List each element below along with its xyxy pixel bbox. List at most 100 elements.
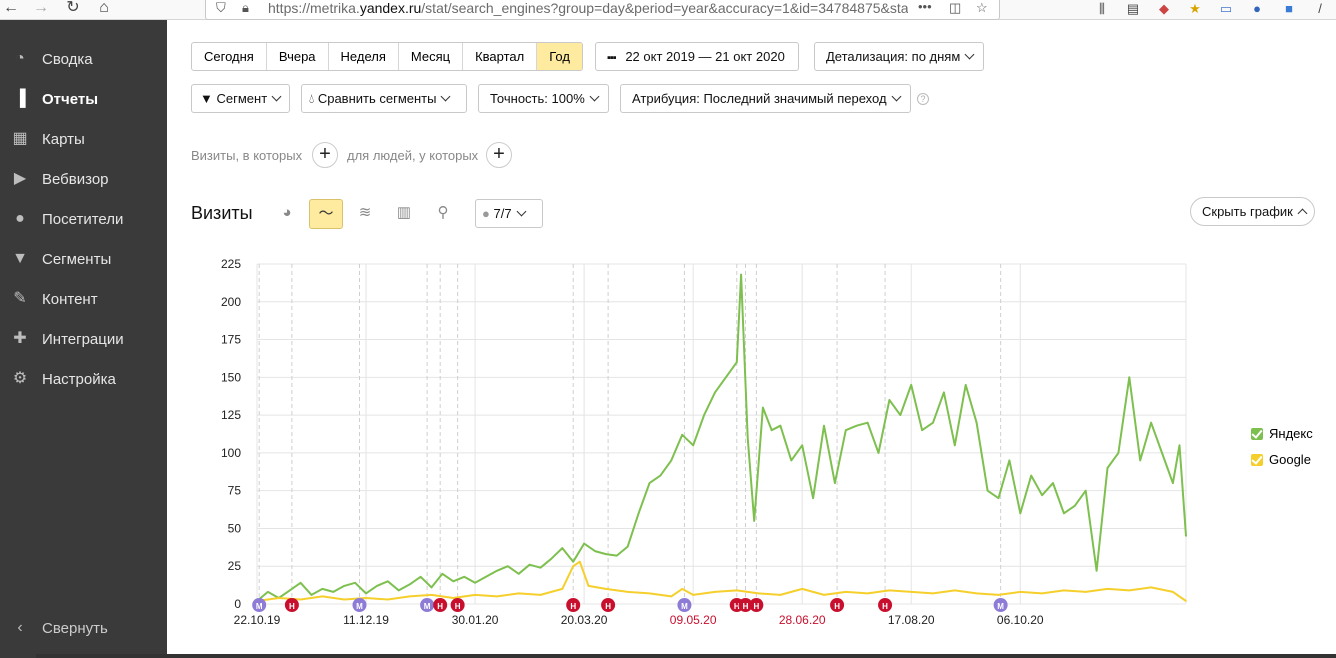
sidebar-item-label: Отчеты [42, 91, 99, 108]
series-point [1128, 589, 1131, 592]
series-point [506, 565, 509, 568]
series-point [616, 554, 618, 557]
series-point [474, 582, 476, 584]
compare-segments-dropdown[interactable]: 💧︎ Сравнить сегменты [301, 84, 467, 113]
sidebar-collapse-button[interactable]: ‹ Свернуть [0, 609, 167, 649]
chevron-down-icon [891, 91, 902, 102]
sidebar-item-maps[interactable]: ▦ Карты [0, 120, 167, 160]
pocket-icon[interactable]: ◫ [949, 0, 961, 16]
extension-owl-icon[interactable]: ● [1248, 1, 1266, 17]
reload-icon[interactable]: ↻ [62, 0, 84, 18]
area-chart-icon[interactable]: ≋ [348, 199, 382, 229]
chevron-down-icon [441, 91, 451, 102]
date-range-button[interactable]: ▪▪▪ 22 окт 2019 — 21 окт 2020 [595, 42, 799, 71]
column-chart-icon[interactable]: ▥ [387, 199, 421, 229]
sidebar-item-visitors[interactable]: ● Посетители [0, 200, 167, 240]
more-icon[interactable]: ••• [918, 0, 932, 14]
hide-chart-label: Скрыть график [1202, 204, 1293, 219]
extension-screen-icon[interactable]: ▭ [1217, 1, 1235, 17]
library-icon[interactable]: ⫼ [1093, 1, 1111, 17]
series-point [605, 588, 607, 590]
series-point [583, 542, 585, 545]
series-point [637, 512, 640, 515]
help-icon[interactable]: ? [917, 93, 929, 105]
menu-icon[interactable]: / [1311, 1, 1329, 17]
checkbox-icon [1251, 454, 1263, 466]
series-point [670, 595, 673, 598]
date-range-label: 22 окт 2019 — 21 окт 2020 [625, 49, 785, 64]
series-point [746, 436, 749, 439]
segment-dropdown[interactable]: ▼ Сегмент [191, 84, 290, 113]
legend-item-google[interactable]: Google [1251, 452, 1311, 467]
series-point [845, 591, 847, 593]
sidebar-item-integrations[interactable]: ✚ Интеграции [0, 320, 167, 360]
add-people-condition-button[interactable]: + [486, 142, 512, 168]
notes-dropdown[interactable]: ● 7/7 [475, 199, 543, 228]
extension-square-icon[interactable]: ■ [1280, 1, 1298, 17]
bookmark-star-icon[interactable]: ☆ [976, 0, 988, 16]
period-month[interactable]: Месяц [399, 43, 464, 70]
attribution-label: Атрибуция: Последний значимый переход [632, 91, 887, 106]
line-chart-icon[interactable]: 〜 [309, 199, 343, 229]
sidebar-item-segments[interactable]: ▼ Сегменты [0, 240, 167, 280]
series-point [474, 594, 476, 596]
comment-icon: ● [482, 206, 490, 221]
notes-count: 7/7 [493, 206, 512, 221]
sidebar-item-label: Сводка [42, 51, 93, 68]
sidebar-item-label: Настройка [42, 371, 116, 388]
sidebar-item-label: Вебвизор [42, 171, 109, 188]
series-point [441, 572, 444, 575]
sidebar-item-reports[interactable]: ▐ Отчеты [0, 80, 167, 120]
back-icon[interactable]: ← [0, 0, 22, 18]
series-point [779, 424, 782, 427]
forward-icon[interactable]: → [30, 0, 52, 18]
period-quarter[interactable]: Квартал [463, 43, 538, 70]
sidebar-item-settings[interactable]: ⚙ Настройка [0, 360, 167, 400]
series-point [681, 588, 684, 590]
series-line [256, 273, 1187, 602]
x-tick-label: 22.10.19 [234, 613, 281, 627]
series-point [735, 361, 738, 364]
extension-star-icon[interactable]: ★ [1186, 1, 1204, 17]
sidebar-item-webvisor[interactable]: ▶ Вебвизор [0, 160, 167, 200]
series-point [740, 273, 742, 276]
series-point [496, 595, 498, 598]
gauge-icon: ◔ [15, 50, 25, 67]
series-point [725, 376, 727, 379]
compare-label: Сравнить сегменты [317, 91, 437, 106]
series-point [1178, 444, 1181, 447]
period-year[interactable]: Год [537, 43, 582, 70]
map-pin-icon[interactable]: ⚲ [426, 199, 460, 229]
series-point [845, 429, 847, 432]
detail-dropdown[interactable]: Детализация: по дням [814, 42, 984, 71]
extension-icon[interactable]: ◆ [1155, 1, 1173, 17]
address-bar[interactable]: ⛉ 🔒︎ https://metrika.yandex.ru/stat/sear… [205, 0, 1000, 20]
series-point [587, 585, 590, 587]
period-week[interactable]: Неделя [329, 43, 399, 70]
attribution-dropdown[interactable]: Атрибуция: Последний значимый переход [620, 84, 911, 113]
y-tick-label: 50 [228, 521, 242, 535]
period-today[interactable]: Сегодня [192, 43, 267, 70]
sidebar-toggle-icon[interactable]: ▤ [1124, 1, 1142, 17]
sidebar-item-summary[interactable]: ◔ Сводка [0, 40, 167, 80]
add-visit-condition-button[interactable]: + [312, 142, 338, 168]
series-point [770, 429, 773, 432]
series-point [1161, 452, 1163, 454]
series-point [921, 429, 923, 432]
legend-item-yandex[interactable]: Яндекс [1251, 426, 1313, 441]
series-point [572, 560, 575, 563]
hide-chart-button[interactable]: Скрыть график [1190, 197, 1315, 226]
annotation-label: М [997, 602, 1004, 611]
series-point [648, 592, 651, 595]
series-point [452, 597, 455, 599]
y-tick-label: 75 [228, 484, 242, 498]
period-yesterday[interactable]: Вчера [267, 43, 329, 70]
pie-chart-icon[interactable]: ◕ [270, 199, 304, 229]
series-point [539, 566, 542, 569]
home-icon[interactable]: ⌂ [93, 0, 115, 18]
series-point [932, 421, 934, 424]
sidebar-item-content[interactable]: ✎ Контент [0, 280, 167, 320]
series-point [877, 452, 880, 454]
series-point [419, 576, 422, 578]
accuracy-dropdown[interactable]: Точность: 100% [478, 84, 609, 113]
